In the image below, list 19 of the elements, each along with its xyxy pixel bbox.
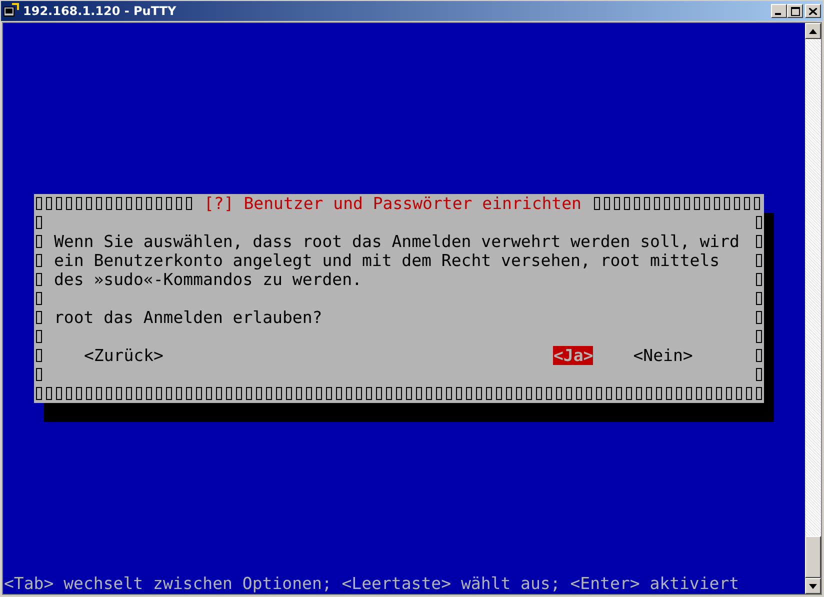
question-text: root das Anmelden erlauben?	[54, 308, 322, 327]
status-line: <Tab> wechselt zwischen Optionen; <Leertaste> wählt aus; <Enter> aktiviert	[4, 574, 740, 594]
window-title: 192.168.1.120 - PuTTY	[23, 4, 176, 18]
maximize-button[interactable]	[787, 4, 803, 18]
scroll-thumb[interactable]	[805, 536, 821, 578]
close-button[interactable]	[805, 4, 821, 18]
scrollbar[interactable]	[805, 23, 821, 594]
dialog-message: Wenn Sie auswählen, dass root das Anmelden verwehrt werden soll, wird ein Benutzerkonto angelegt und mit dem Recht versehen, root mittels des »sudo«-Kommandos zu werden.	[54, 232, 740, 289]
dialog-title: [?] Benutzer und Passwörter einrichten	[204, 194, 582, 213]
scroll-up-button[interactable]	[805, 23, 821, 39]
terminal-icon	[3, 3, 19, 19]
dialog-button[interactable]: <Nein>	[633, 346, 693, 365]
minimize-button[interactable]	[771, 4, 787, 18]
maximize-icon	[790, 6, 800, 16]
up-arrow-icon	[809, 28, 817, 34]
close-icon	[809, 8, 817, 14]
dialog-button[interactable]: <Zurück>	[84, 346, 164, 365]
down-arrow-icon	[809, 584, 817, 588]
scroll-down-button[interactable]	[805, 578, 821, 594]
